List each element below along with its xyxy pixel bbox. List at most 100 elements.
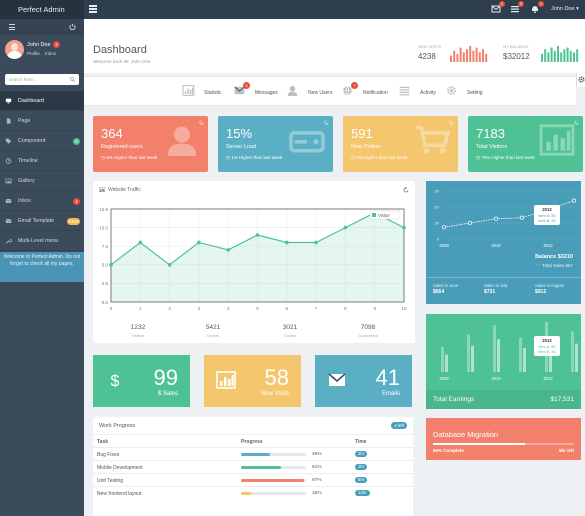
refresh-icon[interactable] xyxy=(449,120,454,125)
sidebar-item-component[interactable]: Component 8 xyxy=(0,131,84,151)
stat-label: Tickets xyxy=(283,333,297,338)
brand-logo[interactable]: Perfect Admin xyxy=(0,0,84,19)
profile-link[interactable]: Profile xyxy=(27,51,40,56)
summary-box[interactable]: 58 New Visits xyxy=(204,355,301,407)
bar-chart-icon xyxy=(539,124,575,160)
task-name: New frontend layout xyxy=(97,491,142,497)
card-subtext: ◷ 1% Higher than last week xyxy=(226,155,282,161)
data-bar xyxy=(571,331,574,372)
task-progress-fill xyxy=(241,466,281,469)
balance-line-chart: 90 60 30 02008 2010 2012 2012 Item A: 50Item B:… xyxy=(435,189,577,248)
task-percent: 15% xyxy=(312,491,322,496)
stat-customers: 7098 Customers xyxy=(338,324,398,338)
y-tick-label: 10.0 xyxy=(99,225,108,230)
chart-icon xyxy=(99,187,105,192)
tasks-icon[interactable]: 5 xyxy=(510,1,524,14)
user-menu[interactable]: John Doe ▾ xyxy=(551,0,579,19)
x-tick-label: 7 xyxy=(315,306,318,311)
data-bar xyxy=(441,347,444,372)
x-tick-label: 2008 xyxy=(439,376,449,381)
task-time-badge: 5m xyxy=(355,477,367,483)
new-visits-sparkline xyxy=(450,46,488,62)
sparkline-bar xyxy=(547,52,550,62)
messages-icon[interactable]: 4 xyxy=(491,1,505,14)
traffic-title: Website Traffic xyxy=(108,187,141,193)
refresh-icon[interactable] xyxy=(199,120,204,125)
balance-sparkline xyxy=(541,46,579,62)
settings-tab[interactable] xyxy=(576,73,585,87)
envelope-icon xyxy=(5,218,12,224)
sidebar-item-email-template[interactable]: Email Template NEW xyxy=(0,211,84,231)
data-bar xyxy=(497,339,500,372)
stat-card[interactable]: 364 Registered users ◷ 5% Higher than last… xyxy=(93,116,208,172)
profile-name[interactable]: John Doe xyxy=(27,42,51,48)
nav-statistic[interactable]: Statistic xyxy=(182,83,230,99)
notifications-badge: 1 xyxy=(538,1,544,7)
nav-new-users[interactable]: New Users xyxy=(286,83,334,99)
sidebar-item-inbox[interactable]: Inbox 4 xyxy=(0,191,84,211)
nav-activity[interactable]: Activity xyxy=(398,83,446,99)
hdd-icon xyxy=(289,124,325,160)
sidebar-item-dashboard[interactable]: Dashboard xyxy=(0,91,84,111)
sales-august: Sales in August $912 xyxy=(535,283,585,295)
data-bar xyxy=(519,337,522,372)
sidebar-item-label: Inbox xyxy=(18,198,31,204)
new-visits-value: 4238 xyxy=(418,52,436,61)
avatar[interactable] xyxy=(5,40,24,59)
task-percent: 45% xyxy=(312,452,322,457)
nav-notification[interactable]: Notification 7 xyxy=(341,82,389,99)
tasks-badge: 5 xyxy=(518,1,524,7)
envelope-icon xyxy=(327,371,347,389)
profile-badge: 4 xyxy=(53,41,60,48)
sparkline-bar xyxy=(553,50,556,62)
data-point xyxy=(314,240,318,245)
refresh-icon[interactable] xyxy=(574,120,579,125)
menu-toggle-icon[interactable] xyxy=(89,5,97,13)
card-subtext-value: 5% Higher than last week xyxy=(356,155,408,160)
refresh-icon[interactable] xyxy=(403,187,409,193)
sparkline-bar xyxy=(472,50,475,62)
sparkline-bar xyxy=(550,47,553,62)
card-value: 15% xyxy=(226,126,253,141)
sidebar-item-badge: 8 xyxy=(73,138,80,145)
tooltip-item-b: Item B: 30 xyxy=(538,350,555,354)
stat-label: Orders xyxy=(206,333,220,338)
stat-value: 1232 xyxy=(130,324,146,331)
summary-box[interactable]: 41 Emails xyxy=(315,355,412,407)
power-icon[interactable] xyxy=(69,23,76,30)
stat-card[interactable]: 591 New Orders ◷ 5% Higher than last week xyxy=(343,116,458,172)
sidebar-item-page[interactable]: Page xyxy=(0,111,84,131)
sidebar-item-multi-level-menu[interactable]: Multi-Level menu xyxy=(0,231,84,251)
search-icon[interactable] xyxy=(70,77,75,82)
nav-messages[interactable]: Messages 5 xyxy=(233,82,281,99)
nav-setting[interactable]: Setting xyxy=(445,83,493,99)
tooltip-item-b: Item B: 30 xyxy=(538,219,555,223)
nav-label: Statistic xyxy=(204,90,222,96)
list-icon[interactable] xyxy=(9,24,15,30)
refresh-icon[interactable] xyxy=(324,120,329,125)
stat-card[interactable]: 7183 Total Visitors ◷ 75% Higher than last… xyxy=(468,116,583,172)
box-number: 58 xyxy=(264,365,289,390)
box-label: Emails xyxy=(381,391,400,397)
task-progress-bar xyxy=(241,492,306,495)
box-number: 99 xyxy=(153,365,178,390)
bell-icon[interactable]: 1 xyxy=(530,1,544,14)
task-percent: 61% xyxy=(312,465,322,470)
y-tick-label: 5.0 xyxy=(102,263,109,268)
bar-chart-icon xyxy=(182,85,195,96)
stat-card[interactable]: 15% Server Load ◷ 1% Higher than last week xyxy=(218,116,333,172)
sparkline-bar xyxy=(485,54,488,62)
y-tick-label: 30 xyxy=(435,221,440,226)
file-icon xyxy=(5,118,12,124)
x-tick-label: 9 xyxy=(373,306,376,311)
nav-label: Notification xyxy=(363,90,388,96)
sidebar-item-gallery[interactable]: Gallery xyxy=(0,171,84,191)
inbox-link[interactable]: Inbox xyxy=(45,51,56,56)
traffic-chart: 0.0 2.5 5.0 7.5 10.0 12.5 0 1 2 3 4 5 6 7 8 9 10 Visitor xyxy=(99,207,407,311)
sparkline-bar xyxy=(469,46,472,62)
search-input[interactable]: search here... xyxy=(9,77,37,82)
sidebar-item-timeline[interactable]: Timeline xyxy=(0,151,84,171)
summary-box[interactable]: $99 $ Sales xyxy=(93,355,190,407)
sidebar-search[interactable]: search here... xyxy=(5,74,79,85)
x-tick-label: 8 xyxy=(344,306,347,311)
